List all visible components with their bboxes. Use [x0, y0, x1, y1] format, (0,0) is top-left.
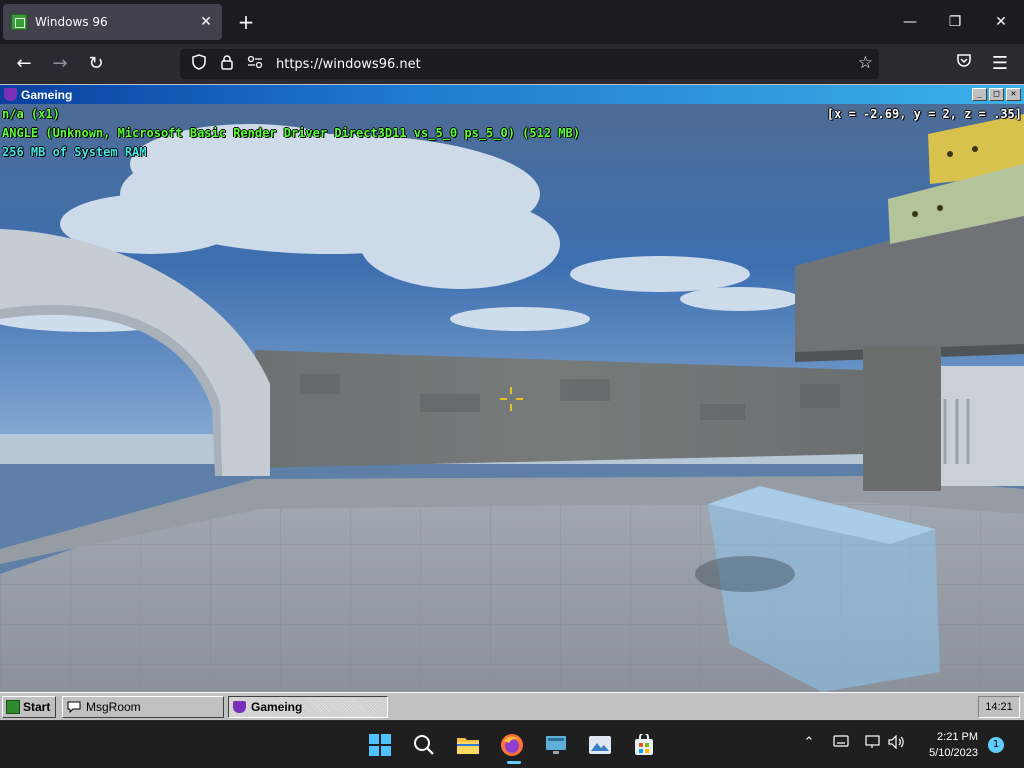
stone-wall — [255, 350, 865, 468]
window-close-button[interactable]: ✕ — [1006, 88, 1021, 101]
browser-nav-bar: ← → ↻ https://windows96.net ☆ ☰ — [0, 44, 1024, 84]
game-viewport[interactable]: n/a (x1) ANGLE (Unknown, Microsoft Basic… — [0, 104, 1024, 692]
hud-ram-line: 256 MB of System RAM — [2, 145, 147, 159]
window-title: Gameing — [21, 87, 73, 102]
task-gameing[interactable]: Gameing — [228, 696, 388, 718]
hud-renderer-line: ANGLE (Unknown, Microsoft Basic Render D… — [2, 126, 580, 140]
windows-start-icon[interactable] — [364, 729, 396, 761]
task-label: Gameing — [251, 700, 303, 714]
remote-desktop-icon[interactable] — [540, 729, 572, 761]
tab-close-icon[interactable]: ✕ — [198, 14, 214, 30]
windows96-logo-icon — [6, 700, 20, 714]
lock-icon[interactable] — [216, 54, 238, 74]
task-label: MsgRoom — [86, 700, 141, 714]
browser-minimize-button[interactable]: — — [898, 10, 922, 34]
back-button[interactable]: ← — [12, 52, 36, 76]
shield-icon[interactable] — [188, 54, 210, 74]
notification-badge[interactable]: 1 — [988, 737, 1004, 753]
reload-button[interactable]: ↻ — [84, 52, 108, 76]
hud-coordinates: [x = -2.69, y = 2, z = .35] — [826, 107, 1022, 121]
window-minimize-button[interactable]: _ — [972, 88, 987, 101]
forward-button[interactable]: → — [48, 52, 72, 76]
w96-taskbar: Start MsgRoom Gameing 14:21 — [0, 692, 1024, 720]
show-hidden-icons-chevron-icon[interactable]: ⌃ — [800, 735, 818, 750]
active-app-indicator — [507, 761, 521, 764]
url-text[interactable]: https://windows96.net — [276, 57, 421, 72]
browser-tab-windows96[interactable]: Windows 96 ✕ — [3, 4, 222, 40]
search-icon[interactable] — [408, 729, 440, 761]
url-bar[interactable]: https://windows96.net ☆ — [180, 49, 879, 79]
system-date: 5/10/2023 — [929, 747, 978, 759]
hud-fps-line: n/a (x1) — [2, 107, 60, 121]
gameing-task-icon — [233, 701, 246, 713]
store-icon[interactable] — [628, 729, 660, 761]
bookmark-star-icon[interactable]: ☆ — [858, 53, 873, 73]
browser-maximize-button[interactable]: ❐ — [943, 10, 967, 34]
windows96-favicon-icon — [11, 14, 27, 30]
browser-close-button[interactable]: ✕ — [989, 10, 1013, 34]
w96-clock: 14:21 — [978, 696, 1020, 718]
photos-icon[interactable] — [584, 729, 616, 761]
file-explorer-icon[interactable] — [452, 729, 484, 761]
start-button[interactable]: Start — [2, 696, 56, 718]
gameing-app-icon — [4, 88, 17, 101]
system-time: 2:21 PM — [937, 731, 978, 743]
keyboard-layout-icon[interactable] — [832, 735, 850, 751]
gameing-window: Gameing _ □ ✕ n/a (x1) ANGLE (Unknown, M… — [0, 84, 1024, 692]
volume-icon[interactable] — [888, 734, 906, 753]
host-taskbar: ⌃ 2:21 PM 5/10/2023 1 — [0, 720, 1024, 768]
permissions-icon[interactable] — [244, 55, 266, 73]
window-titlebar[interactable]: Gameing _ □ ✕ — [0, 85, 1024, 104]
chat-bubble-icon — [67, 701, 81, 713]
pocket-icon[interactable] — [952, 52, 976, 76]
firefox-icon[interactable] — [496, 729, 528, 764]
tab-title: Windows 96 — [35, 15, 108, 29]
stone-pillar — [863, 346, 941, 491]
game-scene — [0, 104, 1024, 692]
task-msgroom[interactable]: MsgRoom — [62, 696, 224, 718]
window-maximize-button[interactable]: □ — [989, 88, 1004, 101]
system-clock[interactable]: 2:21 PM 5/10/2023 — [929, 729, 978, 761]
browser-tab-strip: Windows 96 ✕ + — ❐ ✕ — [0, 0, 1024, 44]
network-icon[interactable] — [864, 735, 882, 753]
new-tab-button[interactable]: + — [234, 10, 258, 34]
start-label: Start — [23, 700, 51, 714]
app-menu-button[interactable]: ☰ — [988, 52, 1012, 76]
